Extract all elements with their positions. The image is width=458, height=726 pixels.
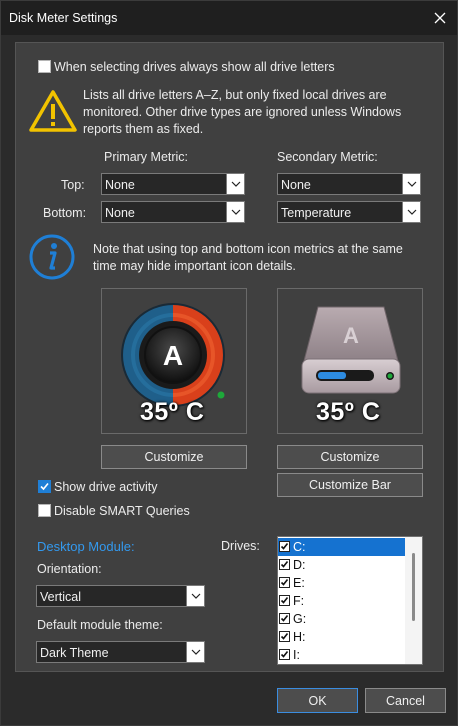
drive-letter: C: [293, 540, 306, 554]
settings-window: Disk Meter Settings When selecting drive… [0, 0, 458, 726]
primary-icon-preview: A 35º C [101, 288, 247, 434]
secondary-bottom-select[interactable]: Temperature [277, 201, 421, 223]
list-item[interactable]: I: [278, 646, 406, 664]
chevron-down-icon [226, 202, 244, 222]
secondary-top-select[interactable]: None [277, 173, 421, 195]
info-icon [29, 234, 75, 280]
primary-metric-header: Primary Metric: [104, 150, 189, 164]
desktop-module-header: Desktop Module: [37, 539, 135, 554]
secondary-metric-header: Secondary Metric: [277, 150, 378, 164]
list-item[interactable]: C: [278, 538, 406, 556]
drive-checkbox[interactable] [279, 595, 290, 606]
drive-checkbox[interactable] [279, 577, 290, 588]
window-title: Disk Meter Settings [9, 11, 118, 25]
top-label: Top: [61, 178, 85, 192]
orientation-value: Vertical [40, 590, 81, 604]
drives-scrollbar[interactable] [405, 537, 422, 664]
checkmark-icon [280, 543, 289, 550]
checkmark-icon [280, 597, 289, 604]
warning-icon [29, 90, 77, 132]
warning-text-line-2: monitored. Other drive types are ignored… [83, 105, 402, 119]
primary-top-select[interactable]: None [101, 173, 245, 195]
drive-checkbox[interactable] [279, 541, 290, 552]
disable-smart-label[interactable]: Disable SMART Queries [54, 504, 190, 518]
drive-letter: F: [293, 594, 305, 608]
orientation-select[interactable]: Vertical [36, 585, 205, 607]
checkmark-icon [40, 482, 49, 491]
disable-smart-checkbox[interactable] [38, 504, 51, 517]
drive-checkbox[interactable] [279, 631, 290, 642]
list-item[interactable]: F: [278, 592, 406, 610]
secondary-temperature: 35º C [316, 398, 381, 426]
list-item[interactable]: E: [278, 574, 406, 592]
chevron-down-icon [402, 202, 420, 222]
title-bar[interactable]: Disk Meter Settings [1, 1, 457, 35]
bottom-label: Bottom: [43, 206, 87, 220]
info-text-line-2: time may hide important icon details. [93, 259, 296, 273]
ring-gauge-icon: A [121, 303, 225, 407]
hard-drive-icon: A [301, 306, 401, 394]
checkmark-icon [280, 615, 289, 622]
warning-text-line-3: reports them as fixed. [83, 122, 204, 136]
checkmark-icon [280, 651, 289, 658]
scroll-thumb[interactable] [412, 553, 415, 621]
show-all-letters-label[interactable]: When selecting drives always show all dr… [54, 60, 335, 74]
show-all-letters-checkbox[interactable] [38, 60, 51, 73]
secondary-icon-preview: A 35º C [277, 288, 423, 434]
primary-bottom-value: None [105, 206, 135, 220]
customize-secondary-button[interactable]: Customize [277, 445, 423, 469]
drive-letter: I: [293, 648, 300, 662]
chevron-down-icon [226, 174, 244, 194]
theme-label: Default module theme: [37, 618, 163, 632]
drive-letter: D: [293, 558, 306, 572]
checkmark-icon [280, 633, 289, 640]
drive-checkbox[interactable] [279, 559, 290, 570]
primary-top-value: None [105, 178, 135, 192]
secondary-drive-letter: A [343, 323, 359, 348]
drive-checkbox[interactable] [279, 649, 290, 660]
ok-button[interactable]: OK [277, 688, 358, 713]
cancel-button[interactable]: Cancel [365, 688, 446, 713]
theme-select[interactable]: Dark Theme [36, 641, 205, 663]
close-icon [434, 12, 446, 24]
primary-temperature: 35º C [140, 398, 205, 426]
drive-letter: E: [293, 576, 305, 590]
secondary-bottom-value: Temperature [281, 206, 352, 220]
secondary-top-value: None [281, 178, 311, 192]
close-button[interactable] [423, 1, 457, 35]
list-item[interactable]: H: [278, 628, 406, 646]
checkmark-icon [280, 579, 289, 586]
drive-checkbox[interactable] [279, 613, 290, 624]
chevron-down-icon [402, 174, 420, 194]
theme-value: Dark Theme [40, 646, 109, 660]
show-activity-checkbox[interactable] [38, 480, 51, 493]
info-text-line-1: Note that using top and bottom icon metr… [93, 242, 403, 256]
drives-label: Drives: [221, 539, 260, 553]
customize-bar-button[interactable]: Customize Bar [277, 473, 423, 497]
drive-letter: G: [293, 612, 307, 626]
primary-bottom-select[interactable]: None [101, 201, 245, 223]
chevron-down-icon [186, 586, 204, 606]
show-activity-label[interactable]: Show drive activity [54, 480, 158, 494]
drive-letter: H: [293, 630, 306, 644]
chevron-down-icon [186, 642, 204, 662]
primary-drive-letter: A [163, 340, 183, 371]
list-item[interactable]: G: [278, 610, 406, 628]
orientation-label: Orientation: [37, 562, 102, 576]
list-item[interactable]: D: [278, 556, 406, 574]
drives-list[interactable]: C: D: E: F: G: H: I: [277, 536, 423, 665]
customize-primary-button[interactable]: Customize [101, 445, 247, 469]
warning-text-line-1: Lists all drive letters A–Z, but only fi… [83, 88, 387, 102]
checkmark-icon [280, 561, 289, 568]
